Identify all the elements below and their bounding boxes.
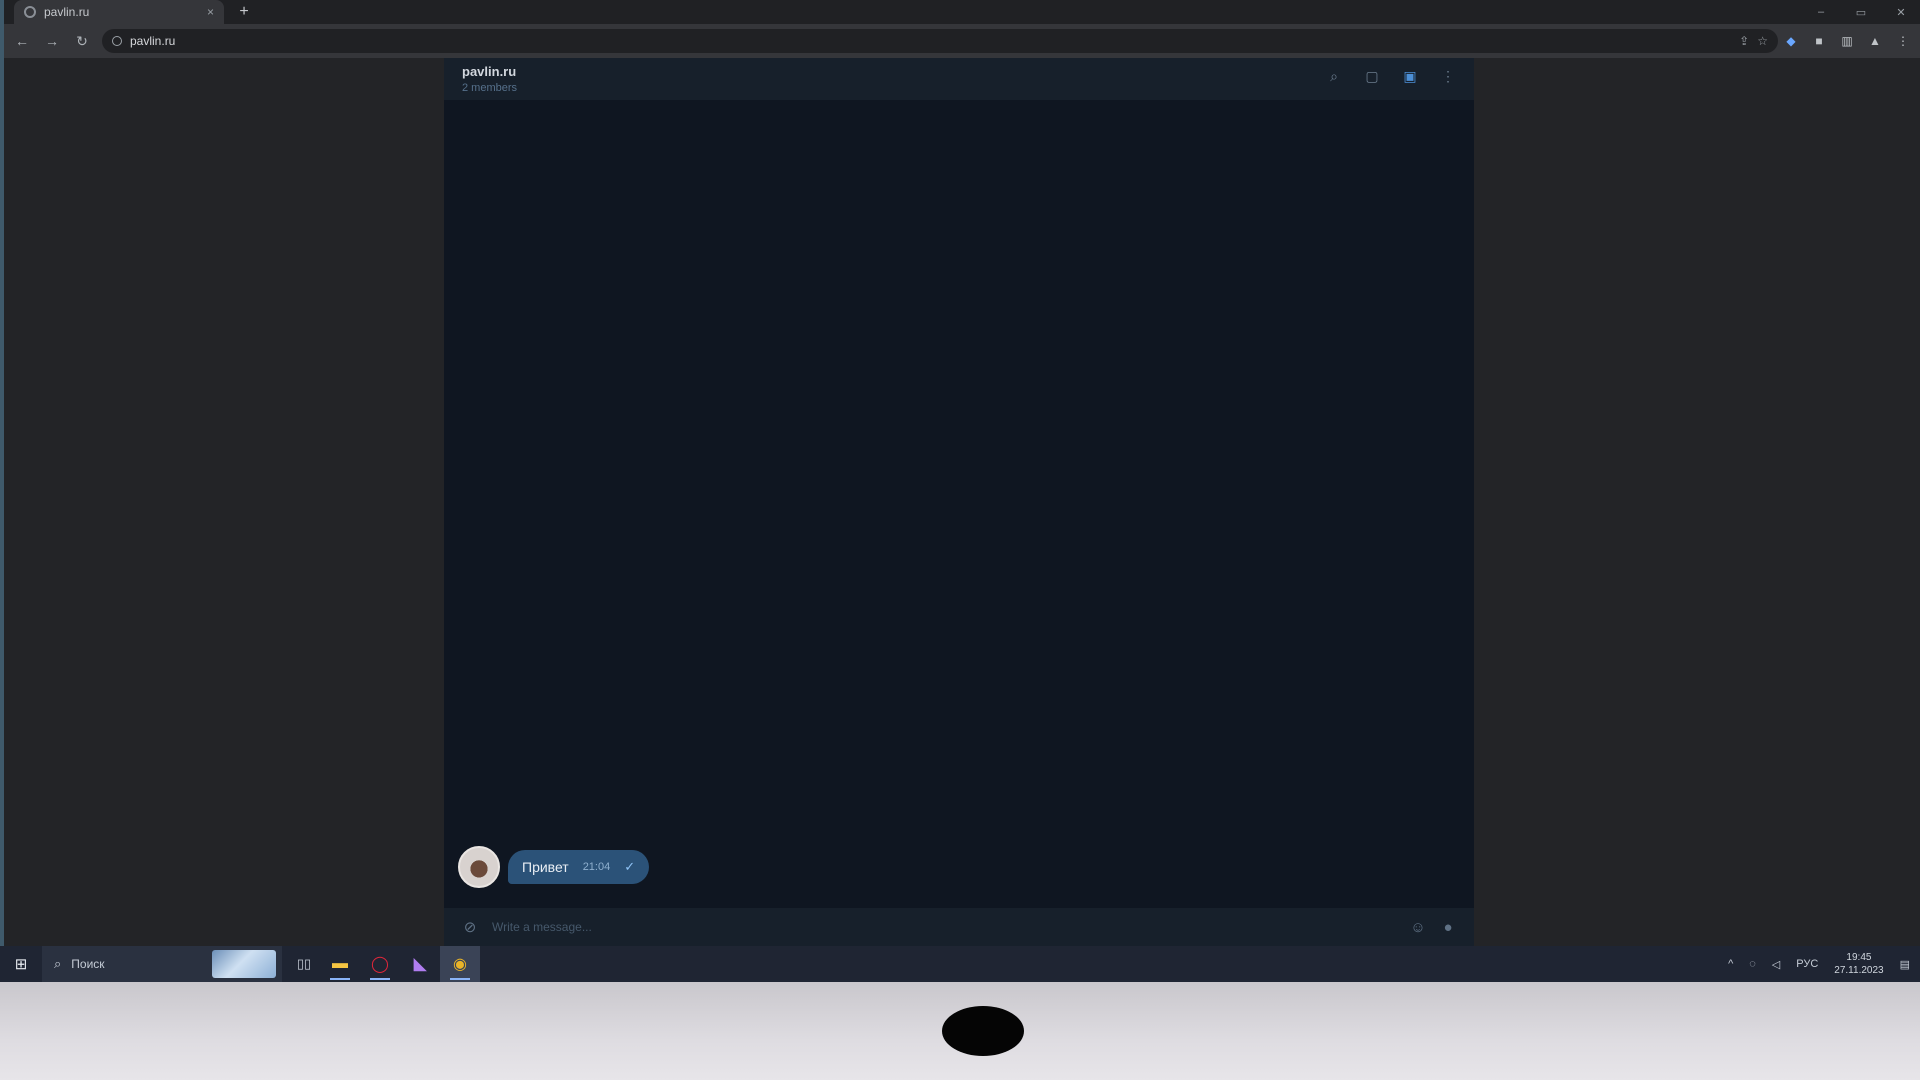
browser-menu-icon[interactable]: ⋮ [1896, 34, 1910, 48]
windows-taskbar: ⊞ ⌕ Поиск ▯▯ ▬ ◯ ◣ ◉ ^ ◌ ◁ РУС 19:45 27.… [0, 946, 1920, 982]
sidebar-toggle-icon[interactable]: ▣ [1402, 68, 1418, 85]
message-composer: ⊘ ☺ ● [444, 908, 1474, 946]
message-row: Привет 21:04 ✓ [458, 846, 650, 888]
message-input[interactable] [492, 920, 1396, 934]
paperclip-icon[interactable]: ⊘ [462, 918, 478, 936]
tab-close-icon[interactable]: × [207, 5, 214, 19]
browser-tab[interactable]: pavlin.ru × [14, 0, 224, 24]
avatar[interactable] [458, 846, 500, 888]
tab-favicon-icon [24, 6, 36, 18]
chat-member-count: 2 members [462, 82, 518, 94]
extensions-area: ◆ ■ ▥ ▲ ⋮ [1784, 24, 1910, 58]
chrome-icon[interactable]: ◉ [440, 946, 480, 982]
reload-icon[interactable]: ↻ [74, 33, 90, 50]
share-icon[interactable]: ⇪ [1739, 34, 1749, 48]
bookmark-star-icon[interactable]: ☆ [1757, 34, 1768, 48]
network-icon[interactable]: ◌ [1749, 958, 1756, 970]
minimize-button[interactable]: – [1814, 6, 1828, 18]
taskbar-search-text: Поиск [71, 957, 105, 971]
forward-arrow-icon[interactable]: → [44, 33, 60, 49]
new-tab-button[interactable]: + [234, 2, 254, 22]
search-highlight-image [212, 950, 276, 978]
more-vertical-icon[interactable]: ⋮ [1440, 68, 1456, 85]
input-language[interactable]: РУС [1796, 958, 1818, 970]
visual-studio-icon[interactable]: ◣ [400, 946, 440, 982]
tab-title: pavlin.ru [44, 5, 90, 19]
site-info-icon[interactable] [112, 36, 122, 46]
notification-icon[interactable]: ▤ [1900, 958, 1910, 971]
browser-tab-strip: pavlin.ru × + – ▭ ✕ [4, 0, 1920, 24]
volume-icon[interactable]: ◁ [1772, 958, 1780, 971]
opera-icon[interactable]: ◯ [360, 946, 400, 982]
file-explorer-icon[interactable]: ▬ [320, 946, 360, 982]
message-bubble[interactable]: Привет 21:04 ✓ [508, 850, 650, 884]
chat-panel: pavlin.ru 2 members ⌕ ▢ ▣ ⋮ Привет 21:04… [444, 58, 1474, 946]
address-url[interactable]: pavlin.ru [130, 34, 1731, 48]
clock-time: 19:45 [1846, 952, 1872, 963]
side-panel-icon[interactable]: ▥ [1840, 34, 1854, 48]
back-arrow-icon[interactable]: ← [14, 33, 30, 49]
maximize-button[interactable]: ▭ [1854, 6, 1868, 19]
search-icon[interactable]: ⌕ [1326, 68, 1342, 85]
window-controls: – ▭ ✕ [1814, 0, 1914, 24]
microphone-icon[interactable]: ● [1440, 919, 1456, 936]
clock[interactable]: 19:45 27.11.2023 [1834, 951, 1883, 977]
chat-actions: ⌕ ▢ ▣ ⋮ [1326, 68, 1456, 85]
close-window-button[interactable]: ✕ [1894, 6, 1908, 19]
extension-icon[interactable]: ◆ [1784, 34, 1798, 48]
message-time: 21:04 [582, 861, 611, 873]
browser-toolbar: ← → ↻ pavlin.ru ⇪ ☆ ◆ ■ ▥ ▲ ⋮ [4, 24, 1920, 58]
clock-date: 27.11.2023 [1834, 965, 1884, 976]
task-view-icon[interactable]: ▯▯ [288, 956, 320, 972]
chat-title[interactable]: pavlin.ru [462, 64, 516, 79]
message-text: Привет [522, 859, 569, 875]
read-check-icon: ✓ [624, 859, 636, 874]
chevron-up-icon[interactable]: ^ [1728, 958, 1733, 970]
monitor-screen: pavlin.ru × + – ▭ ✕ ← → ↻ pavlin.ru ⇪ ☆ … [0, 0, 1920, 982]
search-icon: ⌕ [54, 956, 62, 971]
start-button[interactable]: ⊞ [0, 946, 42, 982]
puzzle-extensions-icon[interactable]: ■ [1812, 34, 1826, 48]
webcam-cutout [942, 1006, 1024, 1056]
address-bar[interactable]: pavlin.ru ⇪ ☆ [102, 29, 1778, 53]
emoji-icon[interactable]: ☺ [1410, 919, 1426, 936]
profile-icon[interactable]: ▲ [1868, 34, 1882, 48]
system-tray: ^ ◌ ◁ РУС 19:45 27.11.2023 ▤ [1728, 946, 1920, 982]
chat-header[interactable]: pavlin.ru 2 members ⌕ ▢ ▣ ⋮ [444, 58, 1474, 100]
taskbar-search[interactable]: ⌕ Поиск [42, 946, 282, 982]
comments-icon[interactable]: ▢ [1364, 68, 1380, 85]
